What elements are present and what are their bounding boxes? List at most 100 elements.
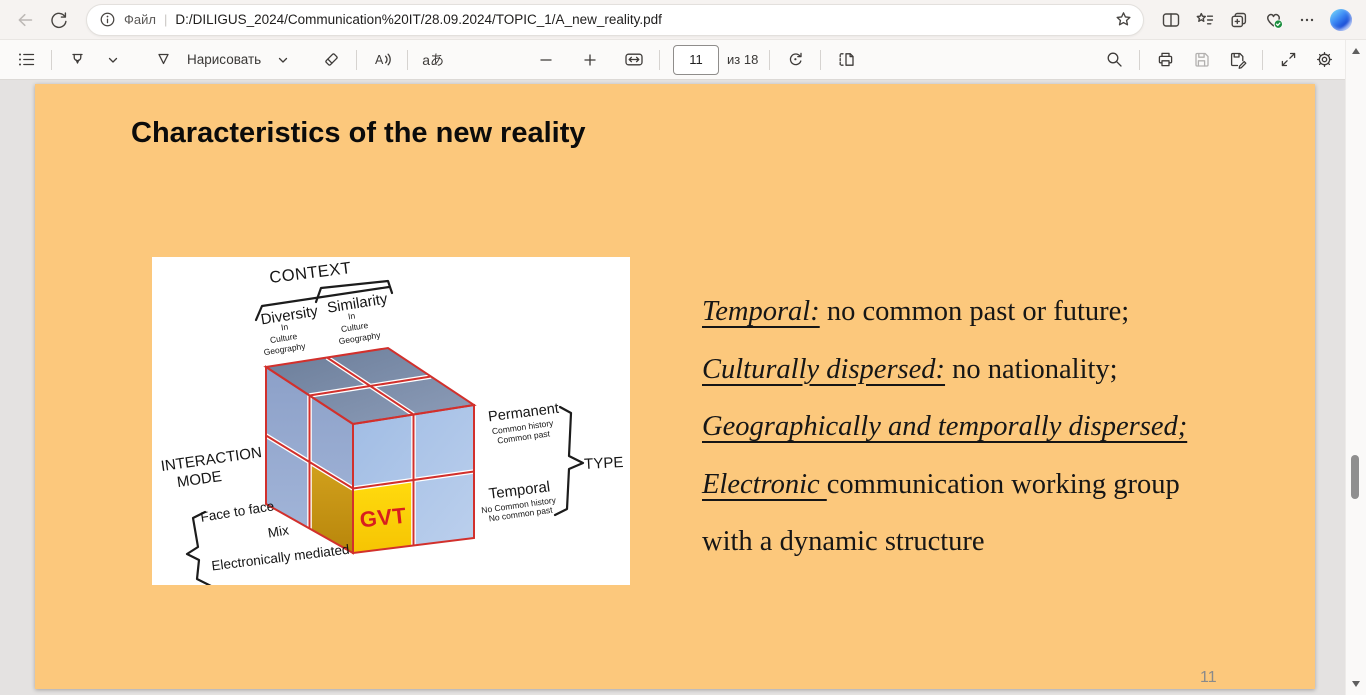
address-separator: | <box>164 12 167 27</box>
info-icon[interactable] <box>99 11 116 28</box>
diagram-label-diversity: Diversity <box>260 303 320 329</box>
eraser-button[interactable] <box>313 44 349 76</box>
slide-bullet-line: Electronic communication working group <box>702 456 1277 514</box>
rotate-icon <box>786 50 805 69</box>
slide-title: Characteristics of the new reality <box>131 117 586 150</box>
highlighter-button[interactable] <box>59 44 95 76</box>
pdf-page: Characteristics of the new reality <box>35 84 1315 689</box>
fit-to-width-button[interactable] <box>616 44 652 76</box>
refresh-button[interactable] <box>42 4 76 36</box>
toolbar-separator <box>356 50 357 70</box>
page-view-button[interactable] <box>828 44 864 76</box>
chevron-down-icon <box>108 56 118 64</box>
fit-to-width-icon <box>624 50 644 69</box>
toolbar-separator <box>659 50 660 70</box>
scrollbar-thumb[interactable] <box>1351 455 1359 499</box>
diagram-label-type: TYPE <box>584 454 624 473</box>
fullscreen-icon <box>1279 50 1298 69</box>
table-of-contents-icon <box>17 50 36 69</box>
save-as-icon <box>1228 50 1247 69</box>
bullet-rest: no nationality; <box>945 354 1118 385</box>
chevron-down-icon <box>278 56 288 64</box>
favorites-button[interactable] <box>1188 4 1222 36</box>
browser-essentials-icon <box>1263 9 1284 30</box>
search-button[interactable] <box>1096 44 1132 76</box>
scroll-up-arrow[interactable] <box>1352 48 1360 54</box>
scroll-down-arrow[interactable] <box>1352 681 1360 687</box>
favorites-list-icon <box>1195 10 1215 30</box>
bullet-lead: Geographically and temporally dispersed; <box>702 411 1187 442</box>
zoom-in-icon <box>582 52 598 68</box>
bullet-lead: Temporal: <box>702 296 820 327</box>
zoom-out-button[interactable] <box>528 44 564 76</box>
draw-dropdown[interactable] <box>265 44 301 76</box>
page-view-icon <box>836 50 856 69</box>
draw-button[interactable] <box>145 44 181 76</box>
back-button <box>8 4 42 36</box>
eraser-icon <box>322 50 341 69</box>
diagram-label-face-to-face: Face to face <box>199 498 275 524</box>
highlighter-icon <box>68 50 87 69</box>
print-icon <box>1156 50 1175 69</box>
browser-navbar: Файл | D:/DILIGUS_2024/Communication%20I… <box>0 0 1366 40</box>
bullet-lead: Electronic <box>702 469 827 500</box>
more-options-button[interactable] <box>1290 4 1324 36</box>
split-screen-button[interactable] <box>1154 4 1188 36</box>
copilot-icon <box>1330 9 1352 31</box>
table-of-contents-button[interactable] <box>8 44 44 76</box>
collections-icon <box>1229 10 1249 30</box>
search-icon <box>1105 50 1124 69</box>
slide-bullet-line: Geographically and temporally dispersed; <box>702 398 1277 456</box>
collections-button[interactable] <box>1222 4 1256 36</box>
favorite-star-icon[interactable] <box>1114 10 1133 29</box>
read-aloud-icon: A <box>373 50 392 69</box>
save-as-button[interactable] <box>1219 44 1255 76</box>
gvt-cube-diagram: CONTEXT Diversity Similarity In Culture … <box>152 257 630 585</box>
draw-pen-icon <box>154 50 173 69</box>
fullscreen-button[interactable] <box>1270 44 1306 76</box>
url-text[interactable]: D:/DILIGUS_2024/Communication%20IT/28.09… <box>175 12 1106 27</box>
diagram-label-mix: Mix <box>267 522 290 540</box>
slide-bullet-line: Temporal: no common past or future; <box>702 283 1277 341</box>
browser-essentials-button[interactable] <box>1256 4 1290 36</box>
page-number-input[interactable] <box>673 45 719 75</box>
browser-window: Файл | D:/DILIGUS_2024/Communication%20I… <box>0 0 1366 695</box>
settings-button[interactable] <box>1306 44 1342 76</box>
bullet-rest: communication working group <box>827 469 1180 500</box>
diagram-label-gvt: GVT <box>359 503 408 533</box>
split-screen-icon <box>1161 10 1181 30</box>
save-button <box>1183 44 1219 76</box>
draw-button-label[interactable]: Нарисовать <box>187 52 261 67</box>
address-bar[interactable]: Файл | D:/DILIGUS_2024/Communication%20I… <box>86 4 1144 36</box>
highlighter-dropdown[interactable] <box>95 44 131 76</box>
translate-button[interactable]: aあ <box>415 44 451 76</box>
refresh-icon <box>49 10 69 30</box>
save-icon <box>1192 50 1211 69</box>
diagram-label-electronically-mediated: Electronically mediated <box>211 542 351 574</box>
scrollbar[interactable] <box>1345 40 1366 695</box>
page-count-label: из 18 <box>727 52 758 67</box>
rotate-button[interactable] <box>777 44 813 76</box>
slide-bullet-line: with a dynamic structure <box>702 513 1277 571</box>
zoom-in-button[interactable] <box>572 44 608 76</box>
toolbar-separator <box>1262 50 1263 70</box>
bullet-lead: Culturally dispersed: <box>702 354 945 385</box>
zoom-out-icon <box>538 52 554 68</box>
print-button[interactable] <box>1147 44 1183 76</box>
pdf-viewer[interactable]: Characteristics of the new reality <box>0 80 1346 695</box>
slide-text-block: Temporal: no common past or future; Cult… <box>702 283 1277 571</box>
toolbar-separator <box>769 50 770 70</box>
read-aloud-button[interactable]: A <box>364 44 400 76</box>
translate-icon: aあ <box>422 50 444 70</box>
diagram-label-context: CONTEXT <box>268 259 352 287</box>
toolbar-separator <box>407 50 408 70</box>
type-bracket <box>555 407 583 515</box>
slide-bullet-line: Culturally dispersed: no nationality; <box>702 341 1277 399</box>
toolbar-right-group <box>1096 40 1342 79</box>
back-icon <box>15 10 35 30</box>
bullet-rest: no common past or future; <box>820 296 1129 327</box>
toolbar-separator <box>820 50 821 70</box>
copilot-button[interactable] <box>1324 4 1358 36</box>
toolbar-separator <box>51 50 52 70</box>
bullet-rest: with a dynamic structure <box>702 526 985 557</box>
